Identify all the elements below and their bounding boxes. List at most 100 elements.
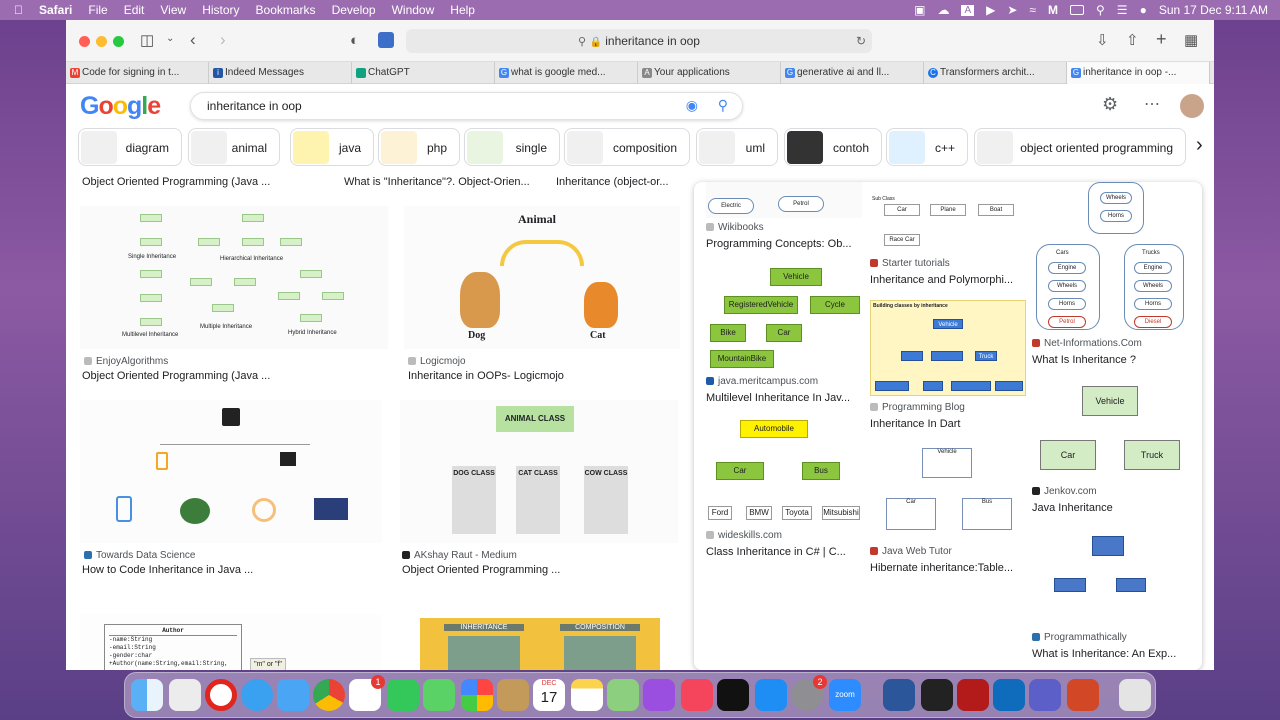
chip-object-oriented-programming[interactable]: object oriented programming bbox=[974, 128, 1186, 166]
tab-transformers[interactable]: C Transformers archit... bbox=[924, 62, 1067, 84]
address-bar[interactable]: ⚲ 🔒 inheritance in oop ↻ bbox=[406, 29, 872, 53]
panel-image[interactable]: Vehicle RegisteredVehicle Cycle Bike Car… bbox=[706, 264, 862, 370]
menu-help[interactable]: Help bbox=[450, 3, 475, 17]
system-settings-icon[interactable]: 2 bbox=[791, 675, 827, 711]
chip-java[interactable]: java bbox=[290, 128, 374, 166]
menu-app-name[interactable]: Safari bbox=[39, 3, 72, 17]
panel-image[interactable]: Vehicle Car Bus bbox=[870, 444, 1026, 540]
chip-composition[interactable]: composition bbox=[564, 128, 690, 166]
clock-datetime[interactable]: Sun 17 Dec 9:11 AM bbox=[1159, 3, 1268, 17]
wifi-icon[interactable]: ≈ bbox=[1029, 3, 1036, 17]
chip-diagram[interactable]: diagram bbox=[78, 128, 182, 166]
outlook-icon[interactable] bbox=[993, 679, 1025, 711]
extension-icon[interactable] bbox=[378, 32, 394, 48]
messages-icon[interactable] bbox=[423, 679, 455, 711]
tab-indeed[interactable]: i Indeed Messages bbox=[209, 62, 352, 84]
apple-tv-icon[interactable] bbox=[717, 679, 749, 711]
reload-icon[interactable]: ↻ bbox=[856, 29, 866, 53]
app-store-icon[interactable] bbox=[755, 679, 787, 711]
result-title[interactable]: What Is Inheritance ? bbox=[1032, 354, 1136, 366]
result-card[interactable]: Animal Dog Cat Logicmojo Inheritance in … bbox=[404, 206, 680, 396]
tab-chatgpt[interactable]: ChatGPT bbox=[352, 62, 495, 84]
panel-image[interactable]: Sub Class Car Plane Boat Race Car bbox=[870, 182, 1026, 254]
menu-edit[interactable]: Edit bbox=[124, 3, 145, 17]
notes-icon[interactable] bbox=[571, 679, 603, 711]
result-title[interactable]: Inheritance In Dart bbox=[870, 418, 961, 430]
result-title[interactable]: Object Oriented Programming ... bbox=[402, 564, 560, 576]
tab-inheritance[interactable]: Ginheritance in oop -... bbox=[1067, 62, 1210, 84]
calendar-icon[interactable]: DEC 17 bbox=[533, 679, 565, 711]
result-image[interactable]: INHERITANCE COMPOSITION bbox=[420, 618, 660, 670]
word-icon[interactable] bbox=[883, 679, 915, 711]
back-icon[interactable]: ‹ bbox=[190, 30, 196, 50]
panel-result[interactable]: Automobile Car Bus Ford BMW Toyota Mitsu… bbox=[706, 416, 864, 576]
opera-icon[interactable] bbox=[205, 679, 237, 711]
podcasts-icon[interactable] bbox=[643, 679, 675, 711]
play-icon[interactable]: ▶ bbox=[986, 3, 995, 17]
teams-icon[interactable] bbox=[1029, 679, 1061, 711]
battery-icon[interactable] bbox=[1070, 5, 1084, 15]
download-icon[interactable]: ⇩ bbox=[1096, 31, 1109, 49]
search-icon[interactable]: ⚲ bbox=[1096, 3, 1105, 17]
search-box[interactable]: inheritance in oop ◉ ⚲ bbox=[190, 92, 743, 120]
result-image[interactable]: ANIMAL CLASS DOG CLASS CAT CLASS COW CLA… bbox=[400, 400, 678, 543]
tab-google-med[interactable]: Gwhat is google med... bbox=[495, 62, 638, 84]
chrome-icon[interactable] bbox=[313, 679, 345, 711]
facetime-icon[interactable] bbox=[387, 679, 419, 711]
zoom-window-button[interactable] bbox=[113, 36, 124, 47]
finder-icon[interactable] bbox=[131, 679, 163, 711]
result-card[interactable]: ANIMAL CLASS DOG CLASS CAT CLASS COW CLA… bbox=[400, 400, 678, 590]
chip-animal[interactable]: animal bbox=[188, 128, 280, 166]
location-icon[interactable]: ➤ bbox=[1007, 3, 1017, 17]
result-title[interactable]: Inheritance in OOPs- Logicmojo bbox=[408, 370, 564, 382]
result-card[interactable]: INHERITANCE COMPOSITION bbox=[420, 618, 660, 670]
result-title[interactable]: Object Oriented Programming (Java ... bbox=[82, 370, 270, 382]
sidebar-icon[interactable]: ◫ bbox=[140, 31, 154, 49]
result-title[interactable]: What is "Inheritance"?. Object-Orien... bbox=[344, 176, 530, 188]
text-input-icon[interactable]: A bbox=[961, 4, 975, 16]
panel-result[interactable]: Electric Petrol Wikibooks Programming Co… bbox=[706, 182, 864, 254]
result-card[interactable]: Author -name:String -email:String -gende… bbox=[80, 614, 382, 670]
trash-icon[interactable] bbox=[1119, 679, 1151, 711]
menu-view[interactable]: View bbox=[160, 3, 186, 17]
menu-develop[interactable]: Develop bbox=[332, 3, 376, 17]
screen-icon[interactable]: ▣ bbox=[914, 3, 925, 17]
panel-result[interactable]: Vehicle Car Bus Java Web Tutor Hibernate… bbox=[870, 444, 1028, 576]
search-icon[interactable]: ⚲ bbox=[718, 97, 728, 114]
apps-grid-icon[interactable]: ⋯ bbox=[1144, 94, 1160, 114]
panel-image[interactable] bbox=[1032, 528, 1190, 626]
tab-gmail[interactable]: M Code for signing in t... bbox=[66, 62, 209, 84]
siri-icon[interactable]: ● bbox=[1140, 3, 1147, 17]
result-image[interactable]: Single Inheritance Hierarchical Inherita… bbox=[80, 206, 388, 349]
forward-icon[interactable]: › bbox=[220, 30, 226, 50]
launchpad-icon[interactable] bbox=[169, 679, 201, 711]
panel-result[interactable]: Programmathically What is Inheritance: A… bbox=[1032, 528, 1192, 670]
menu-history[interactable]: History bbox=[202, 3, 239, 17]
chip-php[interactable]: php bbox=[378, 128, 460, 166]
menu-bookmarks[interactable]: Bookmarks bbox=[256, 3, 316, 17]
result-title[interactable]: Inheritance and Polymorphi... bbox=[870, 274, 1013, 286]
zoom-icon[interactable]: zoom bbox=[829, 679, 861, 711]
mendeley-icon[interactable] bbox=[957, 679, 989, 711]
search-input[interactable]: inheritance in oop bbox=[207, 99, 302, 113]
mail-icon[interactable] bbox=[277, 679, 309, 711]
maps-icon[interactable] bbox=[607, 679, 639, 711]
chevron-right-icon[interactable]: › bbox=[1196, 134, 1203, 157]
notes-folder-icon[interactable] bbox=[497, 679, 529, 711]
terminal-icon[interactable] bbox=[921, 679, 953, 711]
result-title[interactable]: Class Inheritance in C# | C... bbox=[706, 546, 846, 558]
result-image[interactable]: Animal Dog Cat bbox=[404, 206, 680, 349]
result-title[interactable]: Java Inheritance bbox=[1032, 502, 1113, 514]
safari-icon[interactable] bbox=[241, 679, 273, 711]
shield-icon[interactable]: ◐ bbox=[350, 32, 359, 49]
result-image[interactable] bbox=[80, 400, 382, 543]
tab-overview-icon[interactable]: ▦ bbox=[1184, 31, 1198, 49]
result-title[interactable]: How to Code Inheritance in Java ... bbox=[82, 564, 253, 576]
panel-result[interactable]: Sub Class Car Plane Boat Race Car Starte… bbox=[870, 182, 1028, 294]
cloud-icon[interactable]: ☁ bbox=[937, 3, 949, 17]
tab-applications[interactable]: A Your applications bbox=[638, 62, 781, 84]
close-window-button[interactable] bbox=[79, 36, 90, 47]
panel-image[interactable]: Wheels Horns Cars Trucks Engine Wheels H… bbox=[1032, 182, 1190, 332]
result-title[interactable]: Hibernate inheritance:Table... bbox=[870, 562, 1013, 574]
avatar[interactable] bbox=[1180, 94, 1204, 118]
